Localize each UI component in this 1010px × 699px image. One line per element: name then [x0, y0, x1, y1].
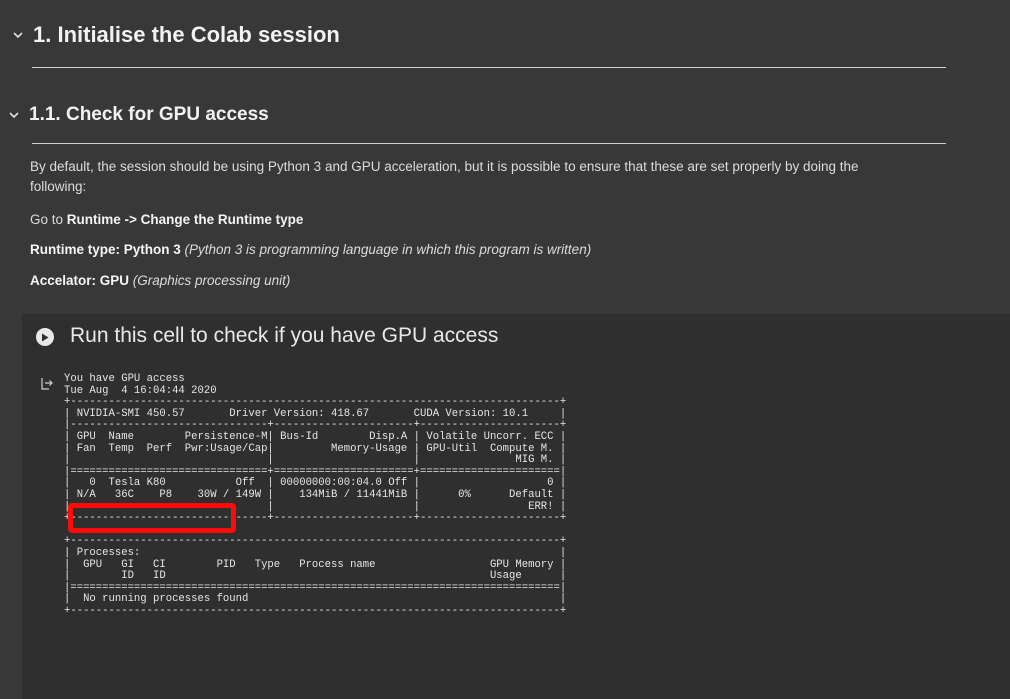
output-line: |-------------------------------+-------…: [64, 419, 567, 432]
intro-line-2: following:: [30, 179, 87, 194]
notebook-page: 1. Initialise the Colab session 1.1. Che…: [0, 0, 1010, 699]
output-line: |===============================+=======…: [64, 465, 567, 478]
output-line: | N/A 36C P8 30W / 149W | 134MiB / 11441…: [64, 488, 567, 501]
runtime-type-line: Runtime type: Python 3 (Python 3 is prog…: [30, 240, 960, 260]
section-heading-initialise[interactable]: 1. Initialise the Colab session: [12, 22, 340, 48]
goto-menu-path: Runtime -> Change the Runtime type: [66, 212, 304, 227]
runtime-type-note: (Python 3 is programming language in whi…: [180, 242, 592, 257]
intro-paragraph: By default, the session should be using …: [30, 157, 960, 197]
output-line: +---------------------------------------…: [64, 535, 567, 548]
play-circle-icon[interactable]: [36, 328, 54, 346]
section-title: 1. Initialise the Colab session: [33, 22, 340, 47]
section-title: 1.1. Check for GPU access: [29, 104, 269, 125]
output-line: | 0 Tesla K80 Off | 00000000:00:04.0 Off…: [64, 477, 567, 490]
cell-title: Run this cell to check if you have GPU a…: [70, 324, 499, 347]
accelerator-line: Accelator: GPU (Graphics processing unit…: [30, 271, 960, 291]
output-line: | No running processes found |: [64, 593, 567, 606]
goto-instruction: Go to Runtime -> Change the Runtime type: [30, 210, 960, 230]
output-line: | GPU Name Persistence-M| Bus-Id Disp.A …: [64, 430, 567, 443]
section-divider: [32, 143, 946, 144]
runtime-type-label: Runtime type: Python 3: [30, 242, 181, 257]
output-line: | | | MIG M. |: [64, 454, 567, 467]
output-line: |=======================================…: [64, 581, 567, 594]
collapse-chevron-icon[interactable]: [8, 109, 20, 121]
cell-output-text: You have GPU access Tue Aug 4 16:04:44 2…: [64, 373, 567, 617]
output-line: | Processes: |: [64, 546, 567, 559]
section-heading-gpu-check[interactable]: 1.1. Check for GPU access: [8, 104, 269, 126]
output-line: +---------------------------------------…: [64, 396, 567, 409]
output-redirect-icon[interactable]: [40, 377, 54, 391]
goto-prefix: Go to: [30, 212, 67, 227]
intro-line-1: By default, the session should be using …: [30, 159, 859, 174]
accelerator-note: (Graphics processing unit): [129, 273, 291, 288]
gpu-name-highlight-box: [68, 503, 236, 533]
output-line: | GPU GI CI PID Type Process name GPU Me…: [64, 558, 567, 571]
output-line: Tue Aug 4 16:04:44 2020: [64, 384, 217, 397]
output-line: | ID ID Usage |: [64, 570, 567, 583]
collapse-chevron-icon[interactable]: [12, 29, 24, 41]
output-line: You have GPU access: [64, 373, 185, 385]
accelerator-label: Accelator: GPU: [30, 273, 130, 288]
section-divider: [32, 67, 946, 68]
output-line: | NVIDIA-SMI 450.57 Driver Version: 418.…: [64, 407, 567, 420]
output-line: | Fan Temp Perf Pwr:Usage/Cap| Memory-Us…: [64, 442, 567, 455]
output-line: +---------------------------------------…: [64, 604, 567, 617]
